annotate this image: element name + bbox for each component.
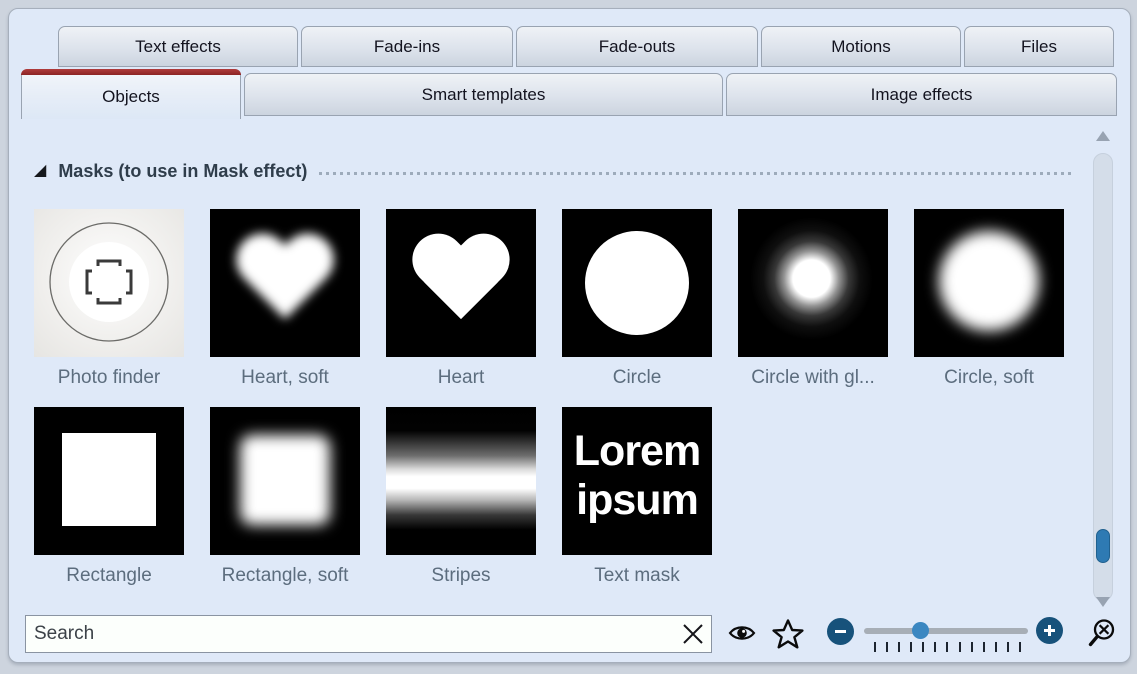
tick-mark bbox=[946, 642, 948, 652]
star-icon bbox=[772, 618, 804, 650]
zoom-slider-thumb[interactable] bbox=[912, 622, 929, 639]
mask-thumbnail bbox=[738, 209, 888, 357]
search-input[interactable] bbox=[25, 615, 712, 653]
mask-item-circle-soft[interactable]: Circle, soft bbox=[914, 209, 1064, 391]
tab-label: Image effects bbox=[871, 85, 973, 105]
zoom-in-button[interactable] bbox=[1036, 617, 1063, 644]
mask-text: Loremipsum bbox=[562, 427, 712, 525]
tab-label: Files bbox=[1021, 37, 1057, 57]
collapse-triangle-icon: ◢ bbox=[34, 163, 46, 179]
effects-panel: Text effects Fade-ins Fade-outs Motions … bbox=[8, 8, 1131, 663]
tab-label: Text effects bbox=[135, 37, 221, 57]
tick-mark bbox=[898, 642, 900, 652]
plus-icon bbox=[1042, 623, 1057, 638]
mask-thumbnail bbox=[386, 407, 536, 555]
rectangle-shape bbox=[240, 435, 330, 525]
tick-mark bbox=[995, 642, 997, 652]
mask-label: Heart bbox=[386, 365, 536, 391]
tab-image-effects[interactable]: Image effects bbox=[726, 73, 1117, 116]
tab-motions[interactable]: Motions bbox=[761, 26, 961, 67]
zoom-out-button[interactable] bbox=[827, 618, 854, 645]
rectangle-shape bbox=[62, 433, 156, 526]
tick-mark bbox=[910, 642, 912, 652]
tab-fade-ins[interactable]: Fade-ins bbox=[301, 26, 513, 67]
zoom-slider-track[interactable] bbox=[864, 628, 1028, 634]
mask-label: Heart, soft bbox=[210, 365, 360, 391]
mask-thumbnail bbox=[34, 209, 184, 357]
heart-shape bbox=[233, 235, 337, 329]
mask-label: Photo finder bbox=[34, 365, 184, 391]
scroll-down-arrow-icon[interactable] bbox=[1096, 597, 1110, 607]
tab-label: Fade-ins bbox=[374, 37, 440, 57]
tick-mark bbox=[1007, 642, 1009, 652]
zoom-reset-button[interactable] bbox=[1086, 617, 1118, 649]
clear-search-button[interactable] bbox=[679, 620, 707, 648]
scrollbar-thumb[interactable] bbox=[1096, 529, 1110, 563]
mask-label: Rectangle bbox=[34, 563, 184, 589]
search-field-wrap bbox=[25, 615, 712, 653]
mask-item-circle-glow[interactable]: Circle with gl... bbox=[738, 209, 888, 391]
tick-mark bbox=[886, 642, 888, 652]
tab-objects[interactable]: Objects bbox=[21, 69, 241, 119]
tab-label: Fade-outs bbox=[599, 37, 676, 57]
mask-item-photo-finder[interactable]: Photo finder bbox=[34, 209, 184, 391]
mask-label: Rectangle, soft bbox=[210, 563, 360, 589]
mask-thumbnail bbox=[562, 209, 712, 357]
mask-item-heart[interactable]: Heart bbox=[386, 209, 536, 391]
mask-item-circle[interactable]: Circle bbox=[562, 209, 712, 391]
tab-label: Motions bbox=[831, 37, 891, 57]
circle-shape bbox=[939, 231, 1039, 331]
scroll-up-arrow-icon[interactable] bbox=[1096, 131, 1110, 141]
tick-mark bbox=[959, 642, 961, 652]
tick-mark bbox=[934, 642, 936, 652]
mask-label: Circle with gl... bbox=[738, 365, 888, 391]
section-title: Masks (to use in Mask effect) bbox=[58, 161, 307, 182]
magnifier-x-icon bbox=[1086, 617, 1118, 649]
mask-thumbnail: Loremipsum bbox=[562, 407, 712, 555]
mask-item-stripes[interactable]: Stripes bbox=[386, 407, 536, 589]
tab-row-bottom: Objects Smart templates Image effects bbox=[21, 73, 1117, 116]
mask-item-rect[interactable]: Rectangle bbox=[34, 407, 184, 589]
dotted-rule bbox=[319, 172, 1074, 175]
zoom-slider-ticks bbox=[874, 642, 1021, 652]
section-header-masks[interactable]: ◢ Masks (to use in Mask effect) bbox=[34, 157, 1074, 185]
tick-mark bbox=[971, 642, 973, 652]
mask-thumbnail bbox=[34, 407, 184, 555]
tick-mark bbox=[983, 642, 985, 652]
x-cross-icon bbox=[680, 621, 706, 647]
circle-shape bbox=[585, 231, 689, 335]
mask-thumbnail bbox=[386, 209, 536, 357]
tab-label: Smart templates bbox=[422, 85, 546, 105]
mask-label: Circle, soft bbox=[914, 365, 1064, 391]
mask-label: Text mask bbox=[562, 563, 712, 589]
minus-icon bbox=[833, 624, 848, 639]
photo-finder-icon bbox=[34, 209, 184, 357]
mask-item-rect-soft[interactable]: Rectangle, soft bbox=[210, 407, 360, 589]
tab-smart-templates[interactable]: Smart templates bbox=[244, 73, 723, 116]
eye-icon bbox=[728, 622, 756, 644]
tab-label: Objects bbox=[102, 87, 160, 107]
mask-thumbnail bbox=[914, 209, 1064, 357]
mask-label: Circle bbox=[562, 365, 712, 391]
mask-item-heart-soft[interactable]: Heart, soft bbox=[210, 209, 360, 391]
mask-thumbnail bbox=[210, 407, 360, 555]
heart-shape bbox=[409, 235, 513, 329]
mask-item-text-mask[interactable]: Loremipsum Text mask bbox=[562, 407, 712, 589]
mask-label: Stripes bbox=[386, 563, 536, 589]
mask-thumbnail bbox=[210, 209, 360, 357]
tick-mark bbox=[1019, 642, 1021, 652]
favorites-button[interactable] bbox=[772, 618, 804, 650]
tick-mark bbox=[922, 642, 924, 652]
tab-text-effects[interactable]: Text effects bbox=[58, 26, 298, 67]
visibility-button[interactable] bbox=[728, 622, 756, 644]
tab-row-top: Text effects Fade-ins Fade-outs Motions … bbox=[58, 26, 1114, 67]
mask-grid: Photo finder Heart, soft bbox=[34, 209, 1074, 589]
tick-mark bbox=[874, 642, 876, 652]
tab-fade-outs[interactable]: Fade-outs bbox=[516, 26, 758, 67]
tab-files[interactable]: Files bbox=[964, 26, 1114, 67]
